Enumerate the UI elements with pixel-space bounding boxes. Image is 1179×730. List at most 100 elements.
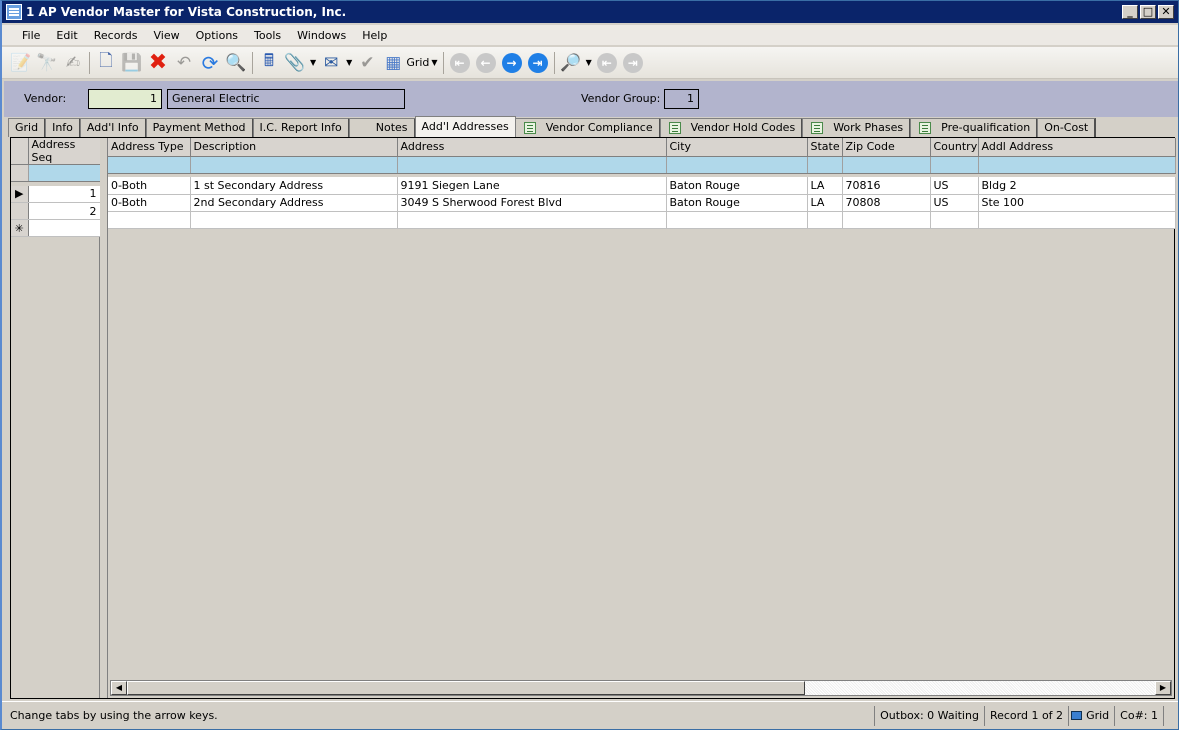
cell-description[interactable]: 2nd Secondary Address xyxy=(190,194,398,212)
new-row[interactable] xyxy=(108,211,1176,229)
filter-cell[interactable] xyxy=(930,156,979,174)
report-preview-icon[interactable]: 🔎 xyxy=(558,51,584,75)
column-header-description[interactable]: Description xyxy=(190,138,398,157)
column-header-zip-code[interactable]: Zip Code xyxy=(842,138,931,157)
column-header-addl-address[interactable]: Addl Address xyxy=(978,138,1176,157)
new-row-marker[interactable]: ✳ xyxy=(11,219,29,237)
cell-address-type[interactable]: 0-Both xyxy=(108,177,191,195)
tab-add-l-addresses[interactable]: Add'l Addresses xyxy=(414,116,516,137)
attachment-icon[interactable]: 📎 xyxy=(282,51,308,75)
column-header-address[interactable]: Address xyxy=(397,138,667,157)
cell-state[interactable]: LA xyxy=(807,177,843,195)
scanner-dropdown-icon[interactable]: ▼ xyxy=(346,58,352,67)
first-record-icon[interactable]: ⇤ xyxy=(449,52,470,73)
pane-splitter[interactable] xyxy=(100,138,107,698)
scroll-thumb[interactable] xyxy=(127,681,805,695)
new-cell[interactable] xyxy=(190,211,398,229)
column-header-address-type[interactable]: Address Type xyxy=(108,138,191,157)
report-dropdown-icon[interactable]: ▼ xyxy=(586,58,592,67)
filter-cell[interactable] xyxy=(807,156,843,174)
refresh-icon[interactable]: ⟳ xyxy=(197,51,223,75)
filter-cell[interactable] xyxy=(978,156,1176,174)
menu-file[interactable]: File xyxy=(14,29,48,42)
table-row[interactable]: 0-Both 2nd Secondary Address 3049 S Sher… xyxy=(108,194,1176,212)
grid-view-dropdown-icon[interactable]: ▼ xyxy=(431,58,437,67)
filter-cell[interactable] xyxy=(190,156,398,174)
cell-city[interactable]: Baton Rouge xyxy=(666,177,808,195)
menu-help[interactable]: Help xyxy=(354,29,395,42)
close-button[interactable]: ✕ xyxy=(1158,5,1174,19)
column-header-country[interactable]: Country xyxy=(930,138,979,157)
minimize-button[interactable]: _ xyxy=(1122,5,1138,19)
vendor-number-input[interactable]: 1 xyxy=(88,89,162,109)
menu-view[interactable]: View xyxy=(145,29,187,42)
scroll-left-icon[interactable]: ◀ xyxy=(111,681,127,695)
tab-work-phases[interactable]: Work Phases xyxy=(802,118,912,137)
new-cell[interactable] xyxy=(930,211,979,229)
menu-edit[interactable]: Edit xyxy=(48,29,85,42)
cell-addl-address[interactable]: Ste 100 xyxy=(978,194,1176,212)
menu-windows[interactable]: Windows xyxy=(289,29,354,42)
filter-cell[interactable] xyxy=(842,156,931,174)
cell-country[interactable]: US xyxy=(930,194,979,212)
cell-country[interactable]: US xyxy=(930,177,979,195)
new-cell[interactable] xyxy=(807,211,843,229)
row-selector[interactable] xyxy=(11,202,29,220)
next-record-icon[interactable]: → xyxy=(501,52,522,73)
cell-address-seq[interactable]: 2 xyxy=(28,202,101,220)
new-cell[interactable] xyxy=(978,211,1176,229)
save-icon[interactable]: 💾 xyxy=(119,51,145,75)
filter-cell[interactable] xyxy=(397,156,667,174)
new-cell[interactable] xyxy=(397,211,667,229)
delete-icon[interactable]: ✖ xyxy=(145,50,171,75)
tab-info[interactable]: Info xyxy=(45,118,81,137)
calculator-icon[interactable]: 🖩 xyxy=(256,51,282,75)
grid-view-label[interactable]: Grid xyxy=(406,56,429,69)
menu-tools[interactable]: Tools xyxy=(246,29,289,42)
horizontal-scrollbar[interactable]: ◀ ▶ xyxy=(110,680,1172,696)
search-icon[interactable]: 🔍 xyxy=(223,51,249,75)
tab-payment-method[interactable]: Payment Method xyxy=(145,118,254,137)
new-cell[interactable] xyxy=(108,211,191,229)
lookup-binoculars-icon[interactable]: 🔭 xyxy=(34,51,60,75)
tab-notes[interactable]: Notes xyxy=(348,118,416,137)
tab-pre-qualification[interactable]: Pre-qualification xyxy=(910,118,1039,137)
tab-grid[interactable]: Grid xyxy=(8,118,47,137)
column-header-address-seq[interactable]: Address Seq xyxy=(28,138,101,165)
cell-zip-code[interactable]: 70816 xyxy=(842,177,931,195)
scanner-icon[interactable]: ✉ xyxy=(318,51,344,75)
attachment-dropdown-icon[interactable]: ▼ xyxy=(310,58,316,67)
scroll-right-icon[interactable]: ▶ xyxy=(1155,681,1171,695)
new-row[interactable]: ✳ xyxy=(11,219,101,237)
table-row[interactable]: 2 xyxy=(11,202,101,220)
cell-address[interactable]: 3049 S Sherwood Forest Blvd xyxy=(397,194,667,212)
filter-cell[interactable] xyxy=(108,156,191,174)
new-cell[interactable] xyxy=(666,211,808,229)
last-record-icon[interactable]: ⇥ xyxy=(527,52,548,73)
filter-cell-address-seq[interactable] xyxy=(28,164,101,182)
menu-records[interactable]: Records xyxy=(86,29,146,42)
tab-vendor-hold-codes[interactable]: Vendor Hold Codes xyxy=(659,118,804,137)
cell-address-seq[interactable]: 1 xyxy=(28,185,101,203)
tab-i-c-report-info[interactable]: I.C. Report Info xyxy=(252,118,350,137)
cell-zip-code[interactable]: 70808 xyxy=(842,194,931,212)
launch-icon[interactable]: 📝 xyxy=(8,51,34,75)
first-detail-icon[interactable]: ⇤ xyxy=(596,52,617,73)
maximize-button[interactable]: □ xyxy=(1140,5,1156,19)
filter-cell[interactable] xyxy=(666,156,808,174)
current-row-marker[interactable]: ▶ xyxy=(11,185,29,203)
cell-address[interactable]: 9191 Siegen Lane xyxy=(397,177,667,195)
undo-icon[interactable]: ↶ xyxy=(171,51,197,75)
column-header-state[interactable]: State xyxy=(807,138,843,157)
column-header-city[interactable]: City xyxy=(666,138,808,157)
cell-address-seq-new[interactable] xyxy=(28,219,101,237)
new-cell[interactable] xyxy=(842,211,931,229)
previous-record-icon[interactable]: ← xyxy=(475,52,496,73)
table-row[interactable]: 0-Both 1 st Secondary Address 9191 Siege… xyxy=(108,177,1176,195)
edit-pad-icon[interactable]: ✍ xyxy=(60,51,86,75)
table-row[interactable]: ▶ 1 xyxy=(11,185,101,203)
tab-vendor-compliance[interactable]: Vendor Compliance xyxy=(514,118,661,137)
tab-add-l-info[interactable]: Add'l Info xyxy=(79,118,147,137)
cell-addl-address[interactable]: Bldg 2 xyxy=(978,177,1176,195)
menu-options[interactable]: Options xyxy=(188,29,246,42)
